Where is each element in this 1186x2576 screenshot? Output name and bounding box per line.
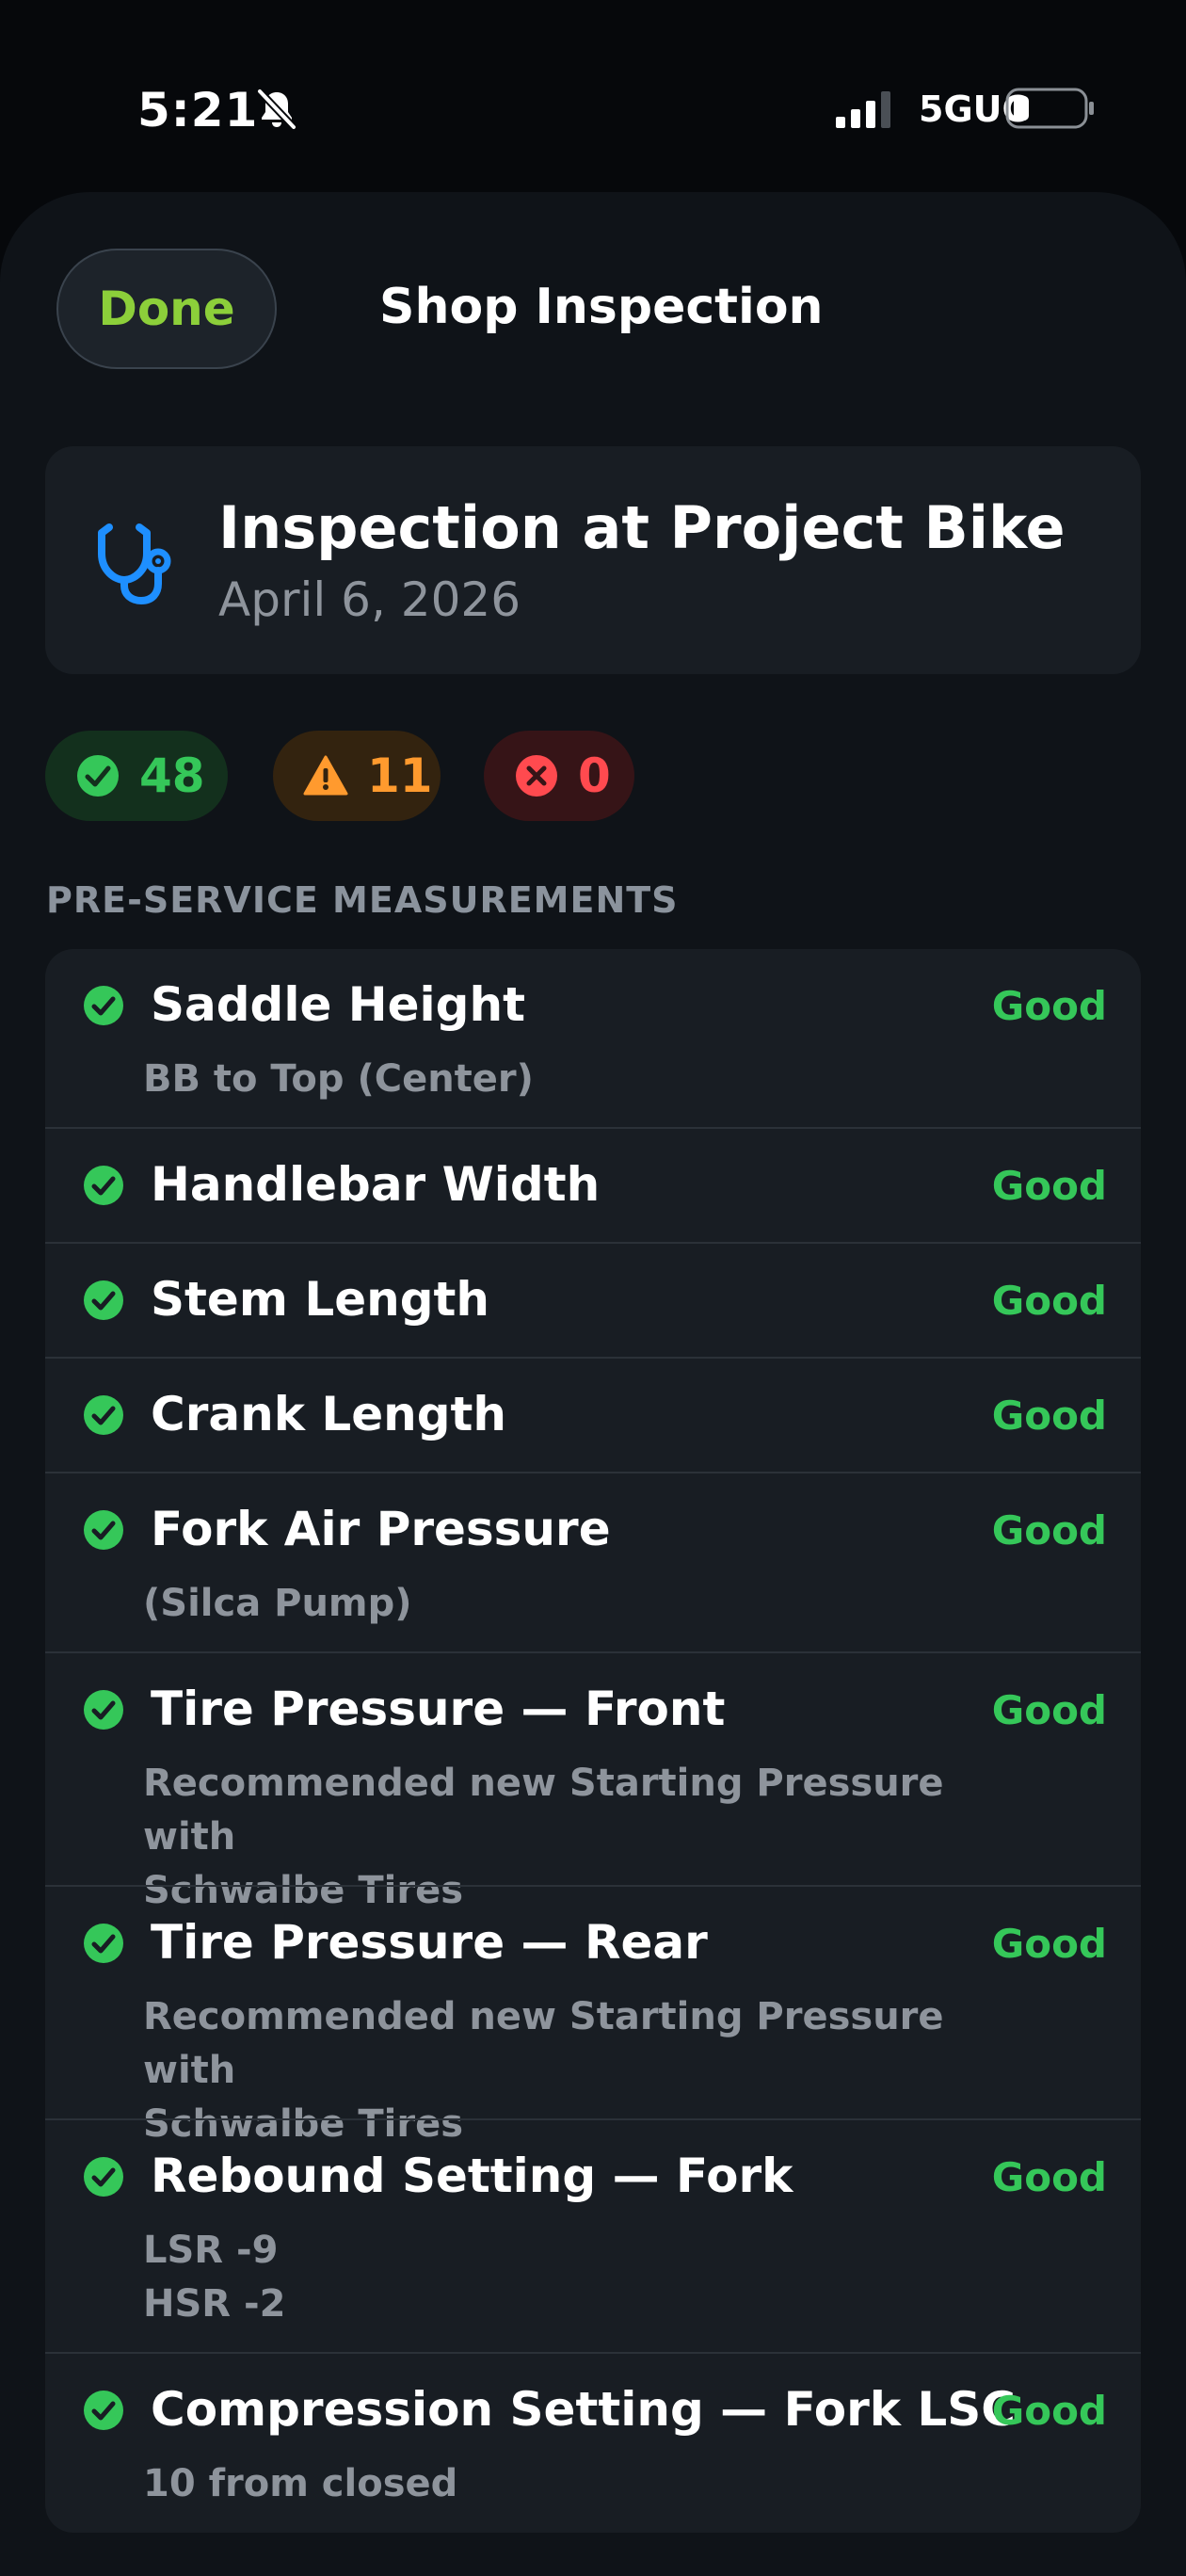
status-time: 5:21 bbox=[137, 83, 259, 137]
warning-count-pill[interactable]: 11 bbox=[273, 731, 441, 821]
status-label: Good bbox=[991, 983, 1107, 1029]
list-item[interactable]: Saddle Height Good BB to Top (Center) bbox=[45, 949, 1141, 1129]
measurements-list: Saddle Height Good BB to Top (Center) Ha… bbox=[45, 949, 1141, 2533]
item-title: Compression Setting — Fork LSC bbox=[151, 2382, 1016, 2437]
fail-count: 0 bbox=[578, 749, 611, 803]
warning-count: 11 bbox=[367, 749, 433, 803]
item-detail: (Silca Pump) bbox=[143, 1577, 1047, 1631]
item-title: Stem Length bbox=[151, 1272, 489, 1327]
fail-count-pill[interactable]: 0 bbox=[484, 731, 634, 821]
warning-triangle-icon bbox=[303, 755, 348, 796]
checkmark-circle-icon bbox=[84, 2157, 123, 2197]
item-detail-line: BB to Top (Center) bbox=[143, 1057, 534, 1101]
bell-slash-icon bbox=[257, 89, 296, 130]
good-count: 48 bbox=[139, 749, 205, 803]
item-detail: 10 from closed bbox=[143, 2457, 1047, 2511]
status-label: Good bbox=[991, 1393, 1107, 1439]
item-title: Handlebar Width bbox=[151, 1157, 601, 1212]
status-label: Good bbox=[991, 1507, 1107, 1554]
checkmark-circle-icon bbox=[84, 1280, 123, 1320]
status-label: Good bbox=[991, 1163, 1107, 1209]
item-detail-line: 10 from closed bbox=[143, 2462, 458, 2505]
list-item[interactable]: Crank Length Good bbox=[45, 1359, 1141, 1473]
list-item[interactable]: Handlebar Width Good bbox=[45, 1129, 1141, 1244]
status-label: Good bbox=[991, 1687, 1107, 1733]
item-detail: BB to Top (Center) bbox=[143, 1053, 1047, 1106]
status-label: Good bbox=[991, 1278, 1107, 1324]
checkmark-circle-icon bbox=[84, 1166, 123, 1205]
x-circle-icon bbox=[516, 755, 557, 797]
battery-icon bbox=[1005, 88, 1094, 129]
inspection-title: Inspection at Project Bike bbox=[218, 493, 1066, 562]
checkmark-circle-icon bbox=[84, 986, 123, 1025]
item-title: Tire Pressure — Rear bbox=[151, 1915, 708, 1970]
list-item[interactable]: Tire Pressure — Front Good Recommended n… bbox=[45, 1653, 1141, 1912]
item-detail-line: Recommended new Starting Pressure with bbox=[143, 1995, 944, 2092]
item-detail-line: HSR -2 bbox=[143, 2282, 286, 2326]
list-item[interactable]: Tire Pressure — Rear Good Recommended ne… bbox=[45, 1887, 1141, 2146]
item-title: Crank Length bbox=[151, 1387, 507, 1441]
item-title: Tire Pressure — Front bbox=[151, 1682, 726, 1736]
section-header: PRE-SERVICE MEASUREMENTS bbox=[46, 879, 679, 921]
list-item[interactable]: Stem Length Good bbox=[45, 1244, 1141, 1359]
item-detail-line: (Silca Pump) bbox=[143, 1582, 412, 1625]
good-count-pill[interactable]: 48 bbox=[45, 731, 228, 821]
status-label: Good bbox=[991, 1921, 1107, 1967]
item-detail-line: LSR -9 bbox=[143, 2229, 279, 2272]
checkmark-circle-icon bbox=[84, 1510, 123, 1550]
item-detail-line: Recommended new Starting Pressure with bbox=[143, 1762, 944, 1859]
stethoscope-icon bbox=[98, 523, 171, 604]
inspection-date: April 6, 2026 bbox=[218, 572, 521, 627]
checkmark-circle-icon bbox=[84, 1395, 123, 1435]
inspection-info-card: Inspection at Project Bike April 6, 2026 bbox=[45, 446, 1141, 674]
item-title: Rebound Setting — Fork bbox=[151, 2149, 793, 2203]
status-bar: 5:21 5GUC bbox=[0, 0, 1186, 188]
item-title: Fork Air Pressure bbox=[151, 1502, 611, 1556]
checkmark-circle-icon bbox=[84, 1924, 123, 1963]
list-item[interactable]: Compression Setting — Fork LSC Good 10 f… bbox=[45, 2354, 1141, 2533]
checkmark-circle-icon bbox=[77, 755, 119, 797]
status-label: Good bbox=[991, 2154, 1107, 2200]
cellular-signal-icon bbox=[836, 91, 890, 128]
list-item[interactable]: Rebound Setting — Fork Good LSR -9 HSR -… bbox=[45, 2120, 1141, 2354]
sheet-title: Shop Inspection bbox=[379, 279, 824, 335]
item-detail: LSR -9 HSR -2 bbox=[143, 2224, 1047, 2331]
status-label: Good bbox=[991, 2388, 1107, 2434]
checkmark-circle-icon bbox=[84, 1690, 123, 1730]
screen: 5:21 5GUC Done Shop Inspection Inspectio… bbox=[0, 0, 1186, 2576]
list-item[interactable]: Fork Air Pressure Good (Silca Pump) bbox=[45, 1473, 1141, 1653]
done-button[interactable]: Done bbox=[56, 249, 277, 369]
item-title: Saddle Height bbox=[151, 977, 525, 1032]
checkmark-circle-icon bbox=[84, 2391, 123, 2430]
